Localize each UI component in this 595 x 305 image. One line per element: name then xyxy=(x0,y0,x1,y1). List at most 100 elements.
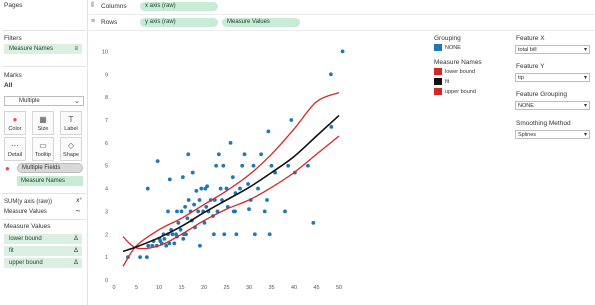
scatter-point[interactable] xyxy=(186,152,191,157)
rows-icon: ≡ xyxy=(91,18,96,25)
scatter-point[interactable] xyxy=(170,232,175,237)
scatter-point[interactable] xyxy=(167,177,172,182)
scatter-chart[interactable]: 012345678910 0 5 10 15 20 25 30 35 40 45 50 xyxy=(100,36,352,298)
grouping-legend-item[interactable]: NONE xyxy=(434,44,461,52)
feature-y-select[interactable]: tip ▾ xyxy=(515,73,590,82)
legend-item-lower-bound[interactable]: lower bound xyxy=(434,68,475,76)
color-button-label: Color xyxy=(8,126,22,132)
scatter-point[interactable] xyxy=(247,207,251,212)
measure-row-upper-bound[interactable]: upper bound Δ xyxy=(4,258,82,268)
x-tick-label: 30 xyxy=(246,285,252,291)
scatter-point[interactable] xyxy=(145,186,150,191)
scatter-point[interactable] xyxy=(172,241,177,246)
scatter-point[interactable] xyxy=(289,118,294,122)
scatter-point[interactable] xyxy=(252,232,257,237)
sum-y-axis-label[interactable]: SUM(y axis (raw)) xyxy=(4,199,52,205)
scatter-point[interactable] xyxy=(216,152,221,157)
scatter-point[interactable] xyxy=(175,209,179,214)
scatter-point[interactable] xyxy=(162,236,167,241)
scatter-point[interactable] xyxy=(197,198,202,202)
scatter-point[interactable] xyxy=(181,236,186,241)
color-button[interactable]: ● Color xyxy=(4,111,26,135)
scatter-point[interactable] xyxy=(221,163,226,168)
filter-pill-measure-names[interactable]: Measure Names ≡ xyxy=(4,44,82,54)
rows-pill-measure-values[interactable]: Measure Values xyxy=(222,18,300,27)
grouping-legend-title: Grouping xyxy=(434,35,461,42)
scatter-point[interactable] xyxy=(340,49,345,54)
scatter-point[interactable] xyxy=(228,140,233,145)
scatter-point[interactable] xyxy=(146,243,151,248)
scatter-point[interactable] xyxy=(190,170,195,175)
scatter-point[interactable] xyxy=(194,188,199,193)
measure-values-label[interactable]: Measure Values xyxy=(4,209,47,215)
scatter-point[interactable] xyxy=(283,209,287,214)
scatter-point[interactable] xyxy=(222,232,227,237)
fit-line[interactable] xyxy=(122,114,340,253)
scatter-point[interactable] xyxy=(180,175,185,180)
scatter-point[interactable] xyxy=(183,204,187,209)
scatter-point[interactable] xyxy=(176,220,181,225)
scatter-point[interactable] xyxy=(199,186,204,191)
scatter-point[interactable] xyxy=(262,209,267,214)
scatter-point[interactable] xyxy=(138,255,142,260)
scatter-point[interactable] xyxy=(306,163,310,168)
chevron-down-icon: ▾ xyxy=(583,75,587,81)
upper-bound-line[interactable] xyxy=(122,91,340,267)
scatter-point[interactable] xyxy=(240,163,245,168)
feature-grouping-select[interactable]: NONE ▾ xyxy=(515,101,590,110)
columns-pill-x-axis[interactable]: x axis (raw) xyxy=(140,2,218,11)
measure-row-lower-bound[interactable]: lower bound Δ xyxy=(4,234,82,244)
legend-item-fit[interactable]: fit xyxy=(434,78,449,86)
scatter-point[interactable] xyxy=(329,124,334,129)
scatter-point[interactable] xyxy=(186,198,191,202)
divider xyxy=(2,66,86,67)
scatter-point[interactable] xyxy=(286,163,291,168)
scatter-point[interactable] xyxy=(204,204,209,209)
rows-pill-y-axis[interactable]: y axis (raw) xyxy=(140,18,218,27)
scatter-point[interactable] xyxy=(259,152,264,157)
scatter-point[interactable] xyxy=(179,209,184,214)
tooltip-button[interactable]: ▭ Tooltip xyxy=(32,137,54,161)
shape-button[interactable]: ◇ Shape xyxy=(60,137,82,161)
scatter-point[interactable] xyxy=(251,163,256,168)
scatter-point[interactable] xyxy=(144,255,149,260)
scatter-point[interactable] xyxy=(196,209,201,214)
y-tick-label: 3 xyxy=(105,209,108,215)
scatter-point[interactable] xyxy=(198,243,202,248)
y-tick-label: 6 xyxy=(105,141,108,147)
scatter-point[interactable] xyxy=(267,232,272,237)
measure-names-pill[interactable]: Measure Names xyxy=(17,176,83,186)
detail-button[interactable]: ⋯ Detail xyxy=(4,137,26,161)
scatter-point[interactable] xyxy=(212,232,216,237)
scatter-point[interactable] xyxy=(164,243,169,248)
scatter-point[interactable] xyxy=(269,163,274,168)
smoothing-method-select[interactable]: Splines ▾ xyxy=(515,130,590,139)
scatter-point[interactable] xyxy=(155,159,160,164)
scatter-point[interactable] xyxy=(266,129,271,134)
scatter-point[interactable] xyxy=(238,186,242,191)
scatter-point[interactable] xyxy=(166,209,170,214)
scatter-point[interactable] xyxy=(265,198,269,202)
scatter-point[interactable] xyxy=(329,72,333,77)
scatter-point[interactable] xyxy=(256,186,260,191)
scatter-point[interactable] xyxy=(311,220,316,225)
size-button[interactable]: ▦ Size xyxy=(32,111,54,135)
legend-item-upper-bound[interactable]: upper bound xyxy=(434,88,476,96)
scatter-point[interactable] xyxy=(214,163,219,168)
label-button-label: Label xyxy=(64,126,78,132)
scatter-point[interactable] xyxy=(218,186,223,191)
multiple-fields-pill[interactable]: Multiple Fields xyxy=(17,163,83,173)
feature-x-select[interactable]: total bill ▾ xyxy=(515,45,590,54)
measure-row-fit[interactable]: fit Δ xyxy=(4,246,82,256)
mark-type-select[interactable]: Multiple ⌄ xyxy=(4,96,84,106)
scatter-point[interactable] xyxy=(230,175,235,180)
scatter-point[interactable] xyxy=(192,202,196,207)
scatter-point[interactable] xyxy=(234,232,239,237)
scatter-point[interactable] xyxy=(231,209,236,214)
rows-shelf-label: Rows xyxy=(101,19,118,26)
scatter-point[interactable] xyxy=(203,186,208,191)
label-button[interactable]: T Label xyxy=(60,111,82,135)
scatter-point[interactable] xyxy=(242,152,247,157)
scatter-point[interactable] xyxy=(185,216,190,221)
scatter-point[interactable] xyxy=(246,182,251,186)
